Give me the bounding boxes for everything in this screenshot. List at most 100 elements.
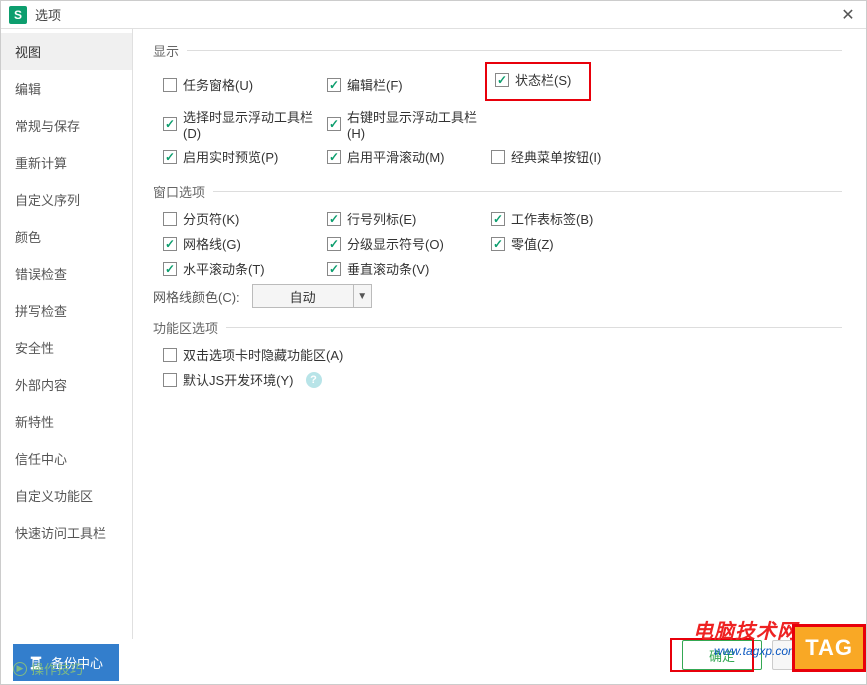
checkbox-label: 垂直滚动条(V) xyxy=(347,259,429,278)
checkbox-label: 工作表标签(B) xyxy=(511,209,593,228)
option-cell: 零值(Z) xyxy=(491,234,801,253)
checkbox-label: 水平滚动条(T) xyxy=(183,259,265,278)
option-cell: 经典菜单按钮(I) xyxy=(491,147,801,166)
checkbox-label: 行号列标(E) xyxy=(347,209,416,228)
option-cell: 双击选项卡时隐藏功能区(A) xyxy=(163,345,842,364)
checkbox-label: 选择时显示浮动工具栏(D) xyxy=(183,107,327,141)
checkbox-icon xyxy=(327,117,341,131)
checkbox-icon xyxy=(491,237,505,251)
option-cell: 工作表标签(B) xyxy=(491,209,801,228)
option-cell: 分页符(K) xyxy=(163,209,327,228)
checkbox-icon xyxy=(163,150,177,164)
checkbox-item[interactable]: 状态栏(S) xyxy=(495,70,571,89)
checkbox-label: 启用平滑滚动(M) xyxy=(347,147,445,166)
option-cell: 右键时显示浮动工具栏(H) xyxy=(327,107,491,141)
checkbox-item[interactable]: 任务窗格(U) xyxy=(163,75,253,94)
checkbox-label: 网格线(G) xyxy=(183,234,241,253)
checkbox-icon xyxy=(327,237,341,251)
sidebar-item[interactable]: 拼写检查 xyxy=(1,292,132,329)
checkbox-item[interactable]: 启用实时预览(P) xyxy=(163,147,278,166)
option-row: 双击选项卡时隐藏功能区(A) xyxy=(153,345,842,364)
sidebar-item[interactable]: 错误检查 xyxy=(1,255,132,292)
sidebar-item[interactable]: 外部内容 xyxy=(1,366,132,403)
checkbox-icon xyxy=(495,73,509,87)
checkbox-icon xyxy=(163,373,177,387)
sidebar-item[interactable]: 重新计算 xyxy=(1,144,132,181)
option-row: 网格线(G) 分级显示符号(O) 零值(Z) xyxy=(153,234,842,253)
legend-ribbon: 功能区选项 xyxy=(153,318,226,337)
checkbox-label: 启用实时预览(P) xyxy=(183,147,278,166)
checkbox-item[interactable]: 编辑栏(F) xyxy=(327,75,403,94)
checkbox-item[interactable]: 分级显示符号(O) xyxy=(327,234,444,253)
checkbox-icon xyxy=(491,212,505,226)
checkbox-item[interactable]: 选择时显示浮动工具栏(D) xyxy=(163,107,327,141)
option-row: 启用实时预览(P) 启用平滑滚动(M) 经典菜单按钮(I) xyxy=(153,147,842,166)
option-cell xyxy=(491,107,801,141)
checkbox-label: 任务窗格(U) xyxy=(183,75,253,94)
checkbox-item[interactable]: 行号列标(E) xyxy=(327,209,416,228)
checkbox-item[interactable]: 双击选项卡时隐藏功能区(A) xyxy=(163,345,343,364)
gridcolor-select[interactable]: 自动 ▼ xyxy=(252,284,372,308)
checkbox-item[interactable]: 网格线(G) xyxy=(163,234,241,253)
sidebar-item[interactable]: 信任中心 xyxy=(1,440,132,477)
checkbox-item[interactable]: 工作表标签(B) xyxy=(491,209,593,228)
checkbox-label: 分页符(K) xyxy=(183,209,239,228)
cancel-button[interactable]: 取消 xyxy=(772,640,852,670)
checkbox-label: 状态栏(S) xyxy=(515,70,571,89)
sidebar-item[interactable]: 视图 xyxy=(1,33,132,70)
sidebar: 视图编辑常规与保存重新计算自定义序列颜色错误检查拼写检查安全性外部内容新特性信任… xyxy=(1,29,133,639)
help-icon[interactable]: ? xyxy=(306,372,322,388)
ok-button[interactable]: 确定 xyxy=(682,640,762,670)
checkbox-item[interactable]: 垂直滚动条(V) xyxy=(327,259,429,278)
option-cell: 选择时显示浮动工具栏(D) xyxy=(163,107,327,141)
checkbox-icon xyxy=(327,78,341,92)
gridcolor-value: 自动 xyxy=(253,287,353,306)
checkbox-icon xyxy=(163,117,177,131)
checkbox-icon xyxy=(163,262,177,276)
section-ribbon: 功能区选项 双击选项卡时隐藏功能区(A) 默认JS开发环境(Y)? xyxy=(153,318,842,395)
checkbox-icon xyxy=(327,262,341,276)
option-cell xyxy=(491,259,801,278)
gridcolor-row: 网格线颜色(C): 自动 ▼ xyxy=(153,284,842,308)
checkbox-item[interactable]: 水平滚动条(T) xyxy=(163,259,265,278)
body: 视图编辑常规与保存重新计算自定义序列颜色错误检查拼写检查安全性外部内容新特性信任… xyxy=(1,29,866,639)
checkbox-item[interactable]: 右键时显示浮动工具栏(H) xyxy=(327,107,491,141)
checkbox-item[interactable]: 默认JS开发环境(Y)? xyxy=(163,370,322,389)
checkbox-item[interactable]: 分页符(K) xyxy=(163,209,239,228)
sidebar-item[interactable]: 颜色 xyxy=(1,218,132,255)
sidebar-item[interactable]: 新特性 xyxy=(1,403,132,440)
option-row: 任务窗格(U) 编辑栏(F) 状态栏(S) xyxy=(153,68,842,101)
sidebar-item[interactable]: 常规与保存 xyxy=(1,107,132,144)
checkbox-label: 双击选项卡时隐藏功能区(A) xyxy=(183,345,343,364)
close-button[interactable]: ✕ xyxy=(838,5,858,25)
checkbox-icon xyxy=(491,150,505,164)
legend-display: 显示 xyxy=(153,41,187,60)
checkbox-item[interactable]: 零值(Z) xyxy=(491,234,554,253)
checkbox-icon xyxy=(163,237,177,251)
option-cell: 网格线(G) xyxy=(163,234,327,253)
titlebar: S 选项 ✕ xyxy=(1,1,866,29)
option-cell: 行号列标(E) xyxy=(327,209,491,228)
checkbox-item[interactable]: 经典菜单按钮(I) xyxy=(491,147,601,166)
tips-link[interactable]: ▶ 操作技巧 xyxy=(13,659,83,678)
checkbox-label: 分级显示符号(O) xyxy=(347,234,444,253)
play-icon: ▶ xyxy=(13,662,27,676)
checkbox-label: 默认JS开发环境(Y) xyxy=(183,370,294,389)
sidebar-item[interactable]: 自定义序列 xyxy=(1,181,132,218)
option-row: 选择时显示浮动工具栏(D)右键时显示浮动工具栏(H) xyxy=(153,107,842,141)
option-cell: 启用实时预览(P) xyxy=(163,147,327,166)
checkbox-icon xyxy=(163,212,177,226)
option-cell: 状态栏(S) xyxy=(491,68,801,101)
sidebar-item[interactable]: 自定义功能区 xyxy=(1,477,132,514)
checkbox-label: 编辑栏(F) xyxy=(347,75,403,94)
option-row: 水平滚动条(T) 垂直滚动条(V) xyxy=(153,259,842,278)
sidebar-item[interactable]: 编辑 xyxy=(1,70,132,107)
sidebar-item[interactable]: 安全性 xyxy=(1,329,132,366)
sidebar-item[interactable]: 快速访问工具栏 xyxy=(1,514,132,551)
option-row: 分页符(K) 行号列标(E) 工作表标签(B) xyxy=(153,209,842,228)
option-cell: 默认JS开发环境(Y)? xyxy=(163,370,842,389)
option-cell: 分级显示符号(O) xyxy=(327,234,491,253)
checkbox-item[interactable]: 启用平滑滚动(M) xyxy=(327,147,445,166)
content-pane: 显示 任务窗格(U) 编辑栏(F) 状态栏(S) 选择时显示浮动工具栏(D)右键时显示… xyxy=(133,29,866,639)
section-window: 窗口选项 分页符(K)行号列标(E)工作表标签(B)网格线(G)分级显示符号(O… xyxy=(153,182,842,308)
